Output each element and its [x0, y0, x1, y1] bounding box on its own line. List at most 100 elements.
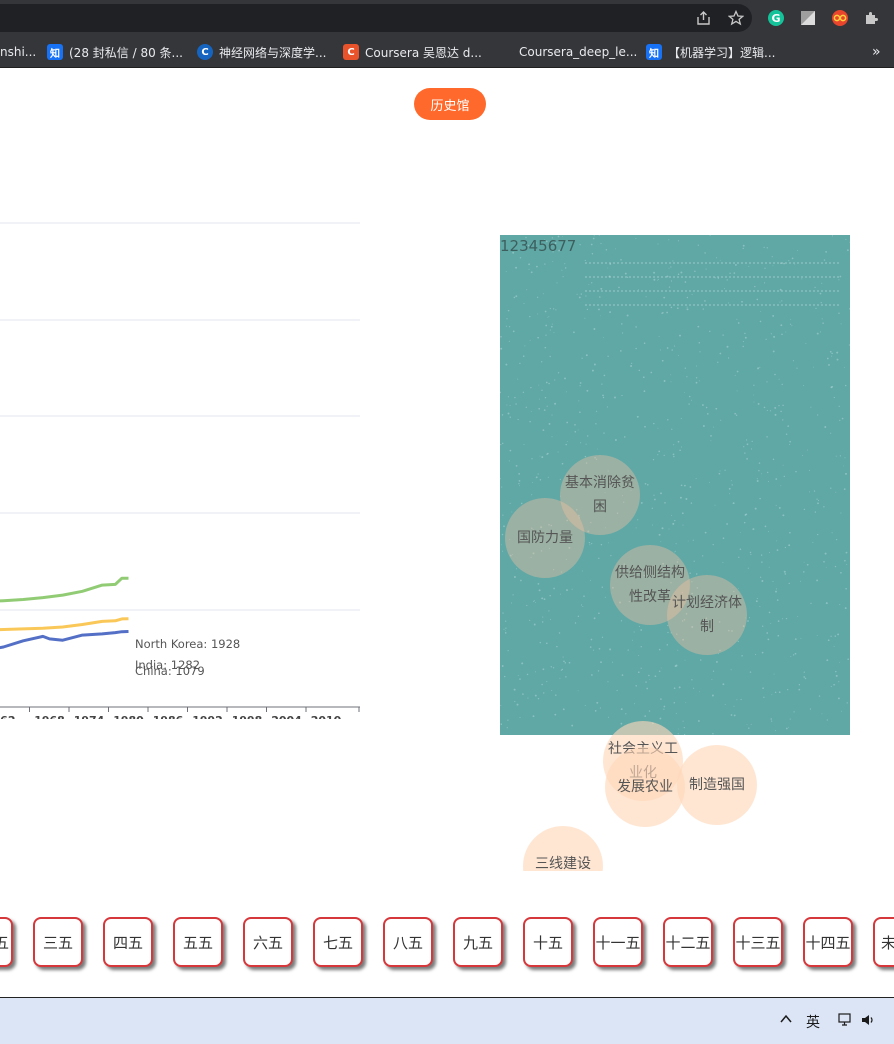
plan-tab[interactable]: 五五: [173, 917, 223, 967]
series-end-label: China: 1079: [135, 664, 205, 678]
map-dot: [502, 612, 504, 614]
plan-tab[interactable]: 十五: [523, 917, 573, 967]
map-dot: [779, 288, 782, 291]
map-dot: [830, 635, 832, 637]
map-dot: [523, 302, 525, 304]
map-dot: [693, 560, 695, 562]
map-dot: [577, 429, 579, 431]
map-dot: [603, 337, 604, 339]
map-dot: [680, 271, 683, 274]
bookmark-1[interactable]: 知 (28 封私信 / 80 条...: [47, 42, 183, 62]
map-dot: [522, 355, 525, 357]
network-icon[interactable]: [838, 1012, 854, 1032]
map-dot: [525, 406, 527, 408]
history-hall-button[interactable]: 历史馆: [414, 88, 486, 120]
plan-tab[interactable]: 十二五: [663, 917, 713, 967]
address-bar[interactable]: [0, 4, 752, 32]
map-dot: [585, 295, 587, 297]
map-dot: [839, 455, 842, 457]
map-dot: [831, 352, 833, 355]
bubble-third-front[interactable]: 三线建设: [523, 826, 603, 871]
bookmarks-overflow-button[interactable]: »: [872, 42, 881, 62]
ime-indicator[interactable]: 英: [806, 1012, 820, 1032]
map-dot: [602, 394, 604, 397]
map-dot: [844, 384, 847, 387]
map-dot: [501, 533, 504, 536]
tray-chevron-icon[interactable]: [779, 1012, 793, 1030]
plan-tab[interactable]: 四五: [103, 917, 153, 967]
bookmark-3[interactable]: C Coursera 吴恩达 d...: [343, 42, 482, 62]
map-dot: [841, 417, 844, 420]
map-dot: [501, 550, 504, 552]
map-dot: [635, 527, 637, 529]
map-dot: [783, 475, 785, 478]
map-title: 12345677: [500, 237, 577, 255]
extension-icon[interactable]: [798, 8, 818, 28]
series-line-north-korea[interactable]: [0, 576, 129, 603]
map-dot: [678, 686, 681, 689]
plan-tab[interactable]: 十一五: [593, 917, 643, 967]
map-dot: [517, 418, 519, 421]
map-dot: [561, 668, 564, 671]
bubble-agriculture[interactable]: 发展农业: [605, 747, 685, 827]
map-dot: [681, 512, 684, 515]
map-dot: [830, 685, 832, 687]
plan-tab[interactable]: 十四五: [803, 917, 853, 967]
map-dot: [670, 306, 673, 309]
map-dot: [796, 367, 798, 369]
map-dot: [803, 508, 806, 511]
bookmark-2[interactable]: C 神经网络与深度学...: [197, 42, 326, 62]
map-dot: [563, 660, 565, 663]
map-dot: [824, 426, 827, 428]
star-icon[interactable]: [726, 8, 746, 28]
map-dot: [744, 332, 746, 335]
map-dot: [591, 282, 593, 284]
series-line-india[interactable]: [0, 617, 129, 632]
map-dot: [840, 323, 842, 325]
map-dot: [505, 627, 507, 629]
bubble-manufacturing[interactable]: 制造强国: [677, 745, 757, 825]
bookmark-4[interactable]: Coursera_deep_le...: [519, 42, 637, 62]
lens-icon[interactable]: [830, 8, 850, 28]
plan-tab[interactable]: 十三五: [733, 917, 783, 967]
map-dot: [762, 687, 764, 690]
map-dot: [579, 243, 581, 246]
map-dot: [740, 698, 742, 701]
map-dot: [728, 487, 731, 490]
map-dot: [699, 659, 702, 661]
map-dot: [776, 588, 778, 590]
map-dot: [657, 279, 659, 281]
map-dot: [819, 331, 822, 333]
plan-tab[interactable]: 五: [0, 917, 13, 967]
map-dot: [686, 306, 688, 308]
map-dot: [559, 593, 561, 595]
map-dot: [551, 436, 553, 438]
map-dot: [504, 632, 507, 634]
plan-tab[interactable]: 八五: [383, 917, 433, 967]
plan-tab[interactable]: 未: [873, 917, 894, 967]
map-dot: [621, 323, 623, 325]
map-dot: [828, 363, 830, 366]
map-dot: [551, 414, 553, 416]
map-dot: [749, 671, 752, 673]
bookmark-0[interactable]: nshi...: [0, 42, 36, 62]
bubble-defense[interactable]: 国防力量: [505, 498, 585, 578]
series-line-china[interactable]: [0, 630, 129, 651]
volume-icon[interactable]: [860, 1012, 876, 1032]
bookmark-5[interactable]: 知 【机器学习】逻辑...: [646, 42, 775, 62]
map-dot: [722, 561, 724, 563]
share-icon[interactable]: [694, 8, 714, 28]
grammarly-icon[interactable]: G: [766, 8, 786, 28]
map-dot: [609, 263, 612, 265]
plan-tab[interactable]: 七五: [313, 917, 363, 967]
map-dot: [564, 263, 566, 265]
bubble-planned-economy[interactable]: 计划经济体制: [667, 575, 747, 655]
puzzle-icon[interactable]: [862, 8, 882, 28]
map-dot: [509, 416, 512, 418]
map-panel[interactable]: 12345677 基本消除贫困 国防力量 供给侧结构性改革 计划经济体制: [500, 235, 850, 735]
plan-tab[interactable]: 六五: [243, 917, 293, 967]
map-dot: [773, 673, 775, 675]
plan-tab[interactable]: 三五: [33, 917, 83, 967]
map-dot: [612, 661, 614, 663]
plan-tab[interactable]: 九五: [453, 917, 503, 967]
